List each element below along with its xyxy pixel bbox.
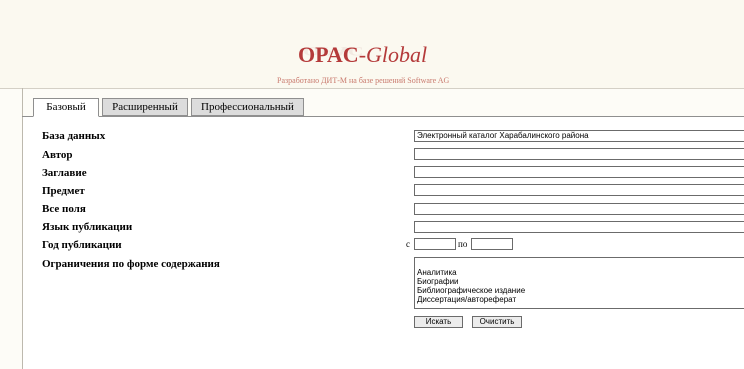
all-fields-input[interactable] [414, 203, 744, 215]
list-item[interactable]: Диссертация/автореферат [417, 295, 744, 304]
year-to-label: по [458, 239, 468, 249]
page-header: OPAC OPAC-Global Разработано ДИТ-М на ба… [0, 0, 744, 88]
tab-extended[interactable]: Расширенный [102, 98, 188, 116]
tagline: Разработано ДИТ-М на базе решений Softwa… [277, 76, 450, 85]
tab-bar-line [22, 116, 744, 117]
year-from-label: с [406, 239, 410, 249]
list-item[interactable]: Аналитика [417, 268, 744, 277]
tab-basic[interactable]: Базовый [33, 98, 99, 117]
logo-suffix: Global [366, 42, 428, 67]
logo-main: OPAC [298, 42, 359, 67]
author-input[interactable] [414, 148, 744, 160]
header-divider [0, 88, 744, 89]
title-label: Заглавие [42, 167, 87, 179]
language-input[interactable] [414, 221, 744, 233]
title-input[interactable] [414, 166, 744, 178]
database-label: База данных [42, 130, 106, 142]
tab-professional[interactable]: Профессиональный [191, 98, 304, 116]
language-label: Язык публикации [42, 221, 133, 233]
list-item[interactable]: Биографии [417, 277, 744, 286]
subject-label: Предмет [42, 185, 85, 197]
author-label: Автор [42, 149, 73, 161]
opac-global-logo: OPAC OPAC-Global Разработано ДИТ-М на ба… [275, 40, 465, 90]
clear-button[interactable]: Очистить [472, 316, 522, 328]
year-to-input[interactable] [471, 238, 513, 250]
subject-input[interactable] [414, 184, 744, 196]
list-item[interactable]: Библиографическое издание [417, 286, 744, 295]
year-label: Год публикации [42, 239, 122, 251]
content-form-listbox[interactable]: Аналитика Биографии Библиографическое из… [414, 257, 744, 309]
year-from-input[interactable] [414, 238, 456, 250]
content-form-label: Ограничения по форме содержания [42, 258, 220, 270]
database-select[interactable]: Электронный каталог Харабалинского район… [414, 130, 744, 142]
search-button[interactable]: Искать [414, 316, 463, 328]
logo-separator: - [358, 42, 367, 67]
all-fields-label: Все поля [42, 203, 86, 215]
logo-text: OPAC-Global [298, 42, 427, 68]
